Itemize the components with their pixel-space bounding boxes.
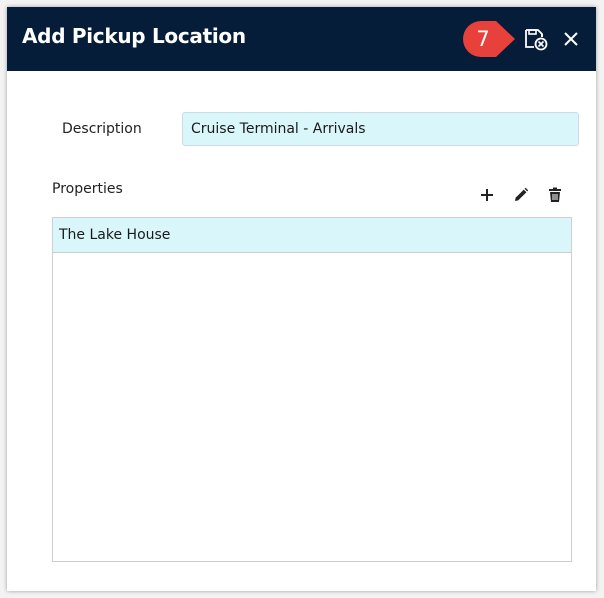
- description-label: Description: [62, 121, 142, 137]
- add-property-button[interactable]: [476, 184, 498, 206]
- save-cancel-icon: [525, 29, 548, 51]
- trash-icon: [549, 187, 561, 202]
- properties-list: The Lake House: [52, 217, 572, 562]
- close-icon: [564, 32, 578, 46]
- dialog-title: Add Pickup Location: [22, 24, 246, 48]
- pencil-icon: [515, 187, 529, 201]
- list-item[interactable]: The Lake House: [53, 218, 571, 253]
- plus-icon: [481, 189, 493, 201]
- dialog-header: Add Pickup Location 7: [7, 7, 596, 71]
- delete-property-button[interactable]: [544, 184, 566, 206]
- save-cancel-button[interactable]: [522, 26, 550, 52]
- edit-property-button[interactable]: [510, 184, 532, 206]
- add-pickup-location-dialog: Add Pickup Location 7 Description Proper…: [7, 7, 596, 591]
- step-badge: 7: [462, 20, 518, 58]
- description-input[interactable]: [182, 112, 579, 146]
- step-number: 7: [476, 27, 490, 51]
- close-button[interactable]: [559, 27, 583, 51]
- properties-label: Properties: [52, 181, 123, 197]
